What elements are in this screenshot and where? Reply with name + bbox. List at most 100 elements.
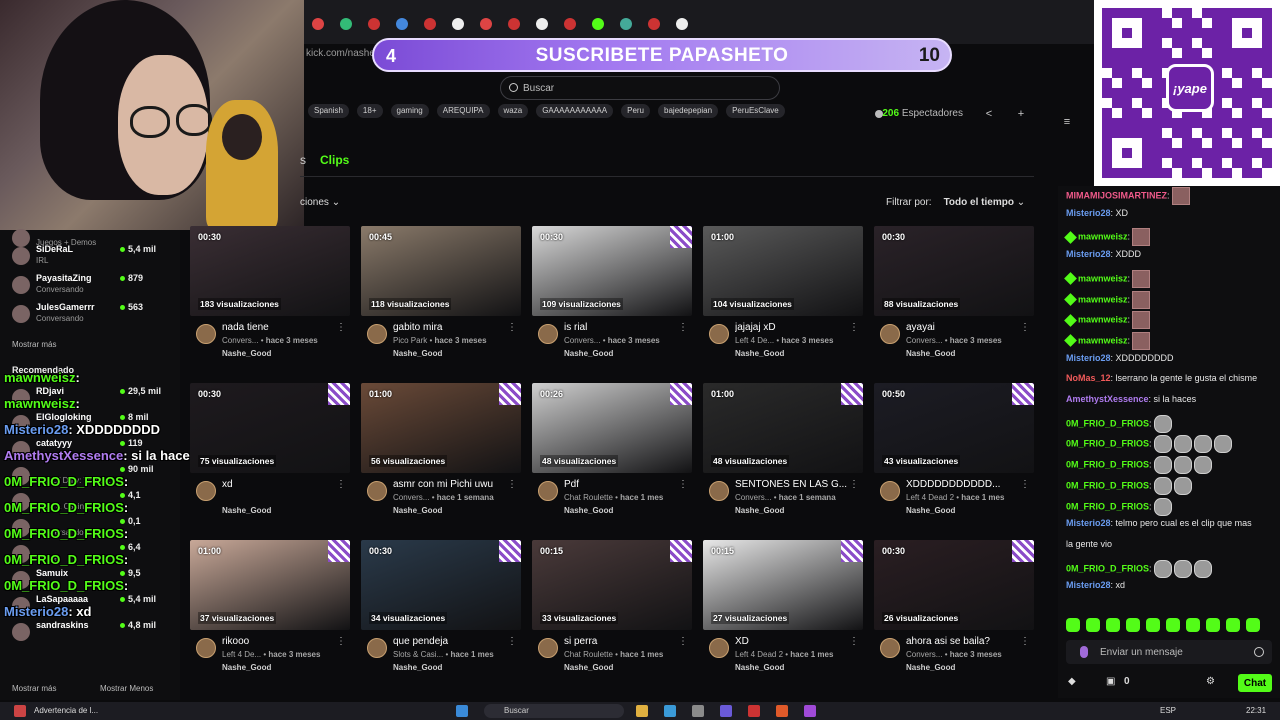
- follow-user-icon[interactable]: +: [1014, 108, 1028, 122]
- tab-partial[interactable]: s: [300, 153, 306, 167]
- sidebar-channel[interactable]: PayasitaZing Conversando 879: [0, 273, 180, 301]
- clip-title[interactable]: que pendeja: [393, 636, 509, 647]
- chat-username[interactable]: mawnweisz: [1078, 232, 1128, 242]
- windows-start-icon[interactable]: [456, 705, 468, 717]
- clip-title[interactable]: asmr con mi Pichi uwu: [393, 479, 509, 490]
- clip-card[interactable]: 01:00 48 visualizaciones SENTONES EN LAS G…: [703, 383, 863, 533]
- clip-author[interactable]: Nashe_Good: [906, 349, 955, 358]
- clip-author[interactable]: Nashe_Good: [222, 349, 271, 358]
- clip-card[interactable]: 00:45 118 visualizaciones gabito mira Pico …: [361, 226, 521, 376]
- store-icon[interactable]: [692, 705, 704, 717]
- browser-tab-icon[interactable]: [480, 18, 492, 30]
- browser-tab-icon[interactable]: [592, 18, 604, 30]
- clip-card[interactable]: 00:30 88 visualizaciones ayayai Convers... …: [874, 226, 1034, 376]
- emote-icon[interactable]: [1106, 618, 1120, 632]
- settings-icon[interactable]: ⚙: [1206, 676, 1215, 687]
- taskbar-notification[interactable]: Advertencia de l...: [34, 706, 98, 715]
- browser-tab-icon[interactable]: [424, 18, 436, 30]
- clip-title[interactable]: XD: [735, 636, 851, 647]
- chat-input[interactable]: [1100, 644, 1240, 660]
- clip-thumbnail[interactable]: 01:00 56 visualizaciones: [361, 383, 521, 473]
- chat-username[interactable]: AmethystXessence: [1066, 394, 1149, 404]
- send-chat-button[interactable]: Chat: [1238, 674, 1272, 692]
- sidebar-channel[interactable]: SiDeRaL IRL 5,4 mil: [0, 244, 180, 272]
- points-icon[interactable]: ◆: [1068, 676, 1076, 687]
- mic-icon[interactable]: [1080, 646, 1088, 658]
- browser-tab-icon[interactable]: [508, 18, 520, 30]
- clip-author[interactable]: Nashe_Good: [393, 349, 442, 358]
- avatar[interactable]: [709, 324, 729, 344]
- stream-tag[interactable]: gaming: [390, 104, 429, 118]
- chat-username[interactable]: mawnweisz: [1078, 294, 1128, 304]
- chat-username[interactable]: Misterio28: [1066, 580, 1111, 590]
- clip-card[interactable]: 00:15 27 visualizaciones XD Left 4 Dead 2 •…: [703, 540, 863, 690]
- browser-tab-icon[interactable]: [368, 18, 380, 30]
- clip-title[interactable]: ahora asi se baila?: [906, 636, 1022, 647]
- emote-quickbar[interactable]: [1066, 618, 1260, 632]
- stream-tag[interactable]: Peru: [621, 104, 651, 118]
- discord-icon[interactable]: [720, 705, 732, 717]
- browser-tab-icon[interactable]: [452, 18, 464, 30]
- clip-category[interactable]: Left 4 Dead 2: [906, 493, 954, 502]
- edge-icon[interactable]: [664, 705, 676, 717]
- emote-icon[interactable]: [1226, 618, 1240, 632]
- chat-username[interactable]: 0M_FRIO_D_FRIOS: [1066, 501, 1149, 511]
- stream-tag[interactable]: waza: [497, 104, 529, 118]
- folder-icon[interactable]: [636, 705, 648, 717]
- clip-card[interactable]: 00:26 48 visualizaciones Pdf Chat Roulette …: [532, 383, 692, 533]
- clip-category[interactable]: Chat Roulette: [564, 493, 613, 502]
- clip-title[interactable]: is rial: [564, 322, 680, 333]
- chat-username[interactable]: 0M_FRIO_D_FRIOS: [1066, 439, 1149, 449]
- more-options-icon[interactable]: ⋮: [678, 322, 688, 333]
- avatar[interactable]: [880, 324, 900, 344]
- clip-thumbnail[interactable]: 00:30 109 visualizaciones: [532, 226, 692, 316]
- browser-tab-icon[interactable]: [648, 18, 660, 30]
- chat-username[interactable]: 0M_FRIO_D_FRIOS: [1066, 563, 1149, 573]
- chat-input-box[interactable]: [1066, 640, 1272, 664]
- stream-tag[interactable]: 18+: [356, 104, 383, 118]
- clip-thumbnail[interactable]: 00:30 34 visualizaciones: [361, 540, 521, 630]
- browser-tab-icon[interactable]: [536, 18, 548, 30]
- chat-username[interactable]: 0M_FRIO_D_FRIOS: [1066, 418, 1149, 428]
- browser-tab-icon[interactable]: [564, 18, 576, 30]
- avatar[interactable]: [709, 481, 729, 501]
- sidebar-channel[interactable]: JulesGamerrr Conversando 563: [0, 302, 180, 330]
- avatar[interactable]: [196, 481, 216, 501]
- show-more-link[interactable]: Mostrar más: [12, 340, 56, 349]
- avatar[interactable]: [709, 638, 729, 658]
- taskbar-search[interactable]: Buscar: [484, 704, 624, 718]
- clip-title[interactable]: nada tiene: [222, 322, 338, 333]
- warning-icon[interactable]: [14, 705, 26, 717]
- browser-tab-icon[interactable]: [620, 18, 632, 30]
- clip-category[interactable]: Convers...: [564, 336, 600, 345]
- browser-tab-icon[interactable]: [340, 18, 352, 30]
- stream-tag[interactable]: AREQUIPA: [436, 104, 490, 118]
- clip-category[interactable]: Convers...: [393, 493, 429, 502]
- clip-title[interactable]: ayayai: [906, 322, 1022, 333]
- more-options-icon[interactable]: ⋮: [336, 479, 346, 490]
- clip-category[interactable]: Left 4 Dead 2: [735, 650, 783, 659]
- more-options-icon[interactable]: ⋮: [336, 322, 346, 333]
- clip-category[interactable]: Left 4 De...: [222, 650, 261, 659]
- chat-username[interactable]: MIMAMIJOSIMARTINEZ: [1066, 190, 1167, 200]
- clip-author[interactable]: Nashe_Good: [906, 506, 955, 515]
- chat-username[interactable]: mawnweisz: [1078, 273, 1128, 283]
- clip-category[interactable]: Left 4 De...: [735, 336, 774, 345]
- show-less-link[interactable]: Mostrar Menos: [100, 684, 153, 693]
- clip-author[interactable]: Nashe_Good: [735, 506, 784, 515]
- clip-category[interactable]: Chat Roulette: [564, 650, 613, 659]
- clip-card[interactable]: 01:00 37 visualizaciones rikooo Left 4 De..…: [190, 540, 350, 690]
- clip-title[interactable]: XDDDDDDDDDDD...: [906, 479, 1022, 490]
- search-input[interactable]: [523, 80, 763, 96]
- chat-username[interactable]: Misterio28: [1066, 518, 1111, 528]
- stream-tag[interactable]: bajedepepian: [658, 104, 719, 118]
- avatar[interactable]: [196, 638, 216, 658]
- clip-title[interactable]: gabito mira: [393, 322, 509, 333]
- more-options-icon[interactable]: ⋮: [1020, 322, 1030, 333]
- clip-title[interactable]: rikooo: [222, 636, 338, 647]
- clip-thumbnail[interactable]: 01:00 37 visualizaciones: [190, 540, 350, 630]
- emote-icon[interactable]: [1186, 618, 1200, 632]
- chat-username[interactable]: Misterio28: [1066, 249, 1111, 259]
- clip-card[interactable]: 01:00 104 visualizaciones jajajaj xD Left 4…: [703, 226, 863, 376]
- clip-author[interactable]: Nashe_Good: [564, 663, 613, 672]
